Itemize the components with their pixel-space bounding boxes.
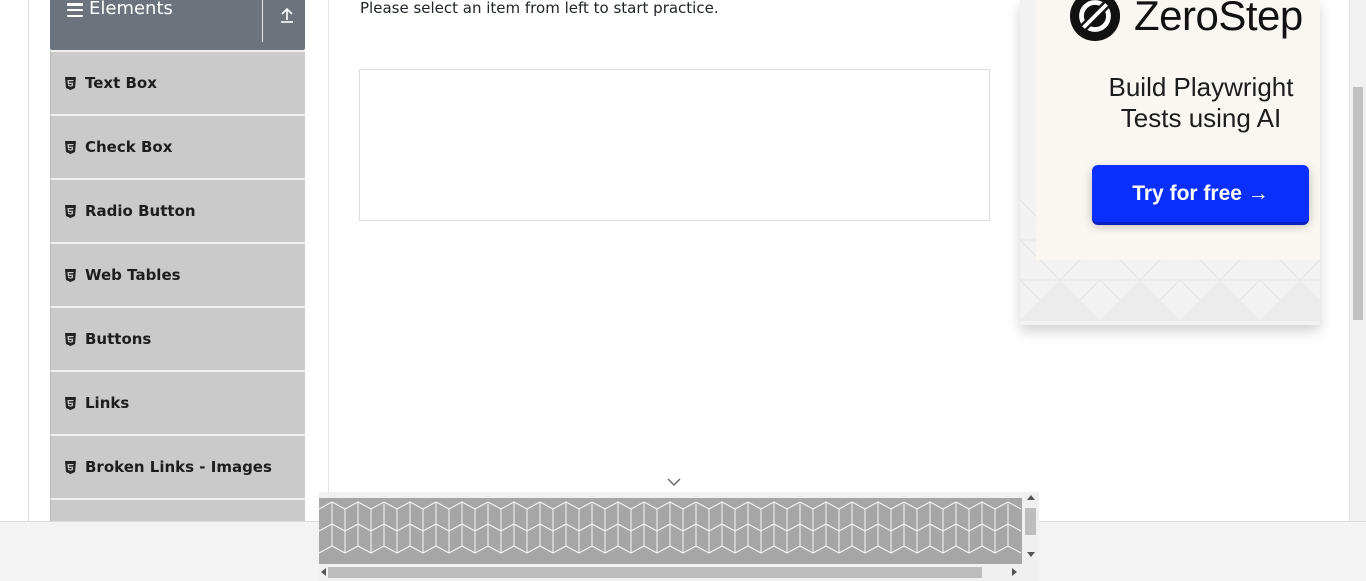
zerostep-logo-icon [1069,0,1121,42]
html5-icon [65,76,76,90]
sidebar-item-check-box[interactable]: Check Box [50,114,305,178]
scroll-right-arrow-icon[interactable] [1012,568,1017,576]
ad-card: ZeroStep Build Playwright Tests using AI… [1036,0,1320,260]
sidebar-item-web-tables[interactable]: Web Tables [50,242,305,306]
ad-headline: Build Playwright Tests using AI [1076,72,1320,134]
ad-brand: ZeroStep [1134,0,1303,39]
scroll-down-arrow-icon[interactable] [1027,552,1035,557]
bottom-ad-vertical-thumb[interactable] [1025,508,1036,535]
elements-group-header[interactable]: Elements [50,0,305,50]
sidebar-item-label: Broken Links - Images [85,458,272,476]
sponsor-ad[interactable]: ZeroStep Build Playwright Tests using AI… [1020,0,1320,325]
sidebar-item-buttons[interactable]: Buttons [50,306,305,370]
page: Elements Text Box Check Box Radio Button… [0,0,1366,581]
left-border [28,0,29,521]
ad-headline-line-2: Tests using AI [1120,103,1282,133]
scroll-up-arrow-icon[interactable] [1027,495,1035,500]
sidebar-item-broken-links-images[interactable]: Broken Links - Images [50,434,305,498]
page-scrollbar[interactable] [1349,0,1366,521]
bottom-ad-horizontal-thumb[interactable] [328,567,982,578]
sidebar-item-label: Links [85,394,130,412]
sidebar-item-label: Check Box [85,138,173,156]
html5-icon [65,268,76,282]
try-for-free-button[interactable]: Try for free → [1092,165,1309,222]
ad-headline-line-1: Build Playwright [1108,72,1294,102]
sidebar: Elements Text Box Check Box Radio Button… [50,0,305,521]
bottom-ad-frame[interactable] [319,492,1039,581]
html5-icon [65,332,76,346]
html5-icon [65,140,76,154]
bottom-ad-pattern [319,501,1022,554]
sidebar-item-next[interactable] [50,498,305,521]
sidebar-item-radio-button[interactable]: Radio Button [50,178,305,242]
bottom-ad-horizontal-scrollbar[interactable] [319,564,1039,581]
sidebar-item-label: Web Tables [85,266,181,284]
sidebar-item-text-box[interactable]: Text Box [50,50,305,114]
html5-icon [65,460,76,474]
arrow-up-icon [281,7,293,23]
header-divider [262,0,263,42]
content-divider [328,0,329,521]
html5-icon [65,396,76,410]
sidebar-item-links[interactable]: Links [50,370,305,434]
intro-text: Please select an item from left to start… [360,0,719,17]
page-scrollbar-thumb[interactable] [1353,87,1363,320]
group-title: Elements [89,0,173,19]
collapse-button[interactable] [272,0,302,30]
practice-area [359,69,990,221]
html5-icon [65,204,76,218]
hamburger-icon [67,3,83,17]
scroll-left-arrow-icon[interactable] [321,568,326,576]
sidebar-item-label: Buttons [85,330,152,348]
chevron-down-icon[interactable] [666,476,682,488]
bottom-ad-vertical-scrollbar[interactable] [1022,492,1039,564]
sidebar-item-label: Radio Button [85,202,196,220]
sidebar-item-label: Text Box [85,74,157,92]
bottom-ad-banner[interactable] [319,498,1022,564]
